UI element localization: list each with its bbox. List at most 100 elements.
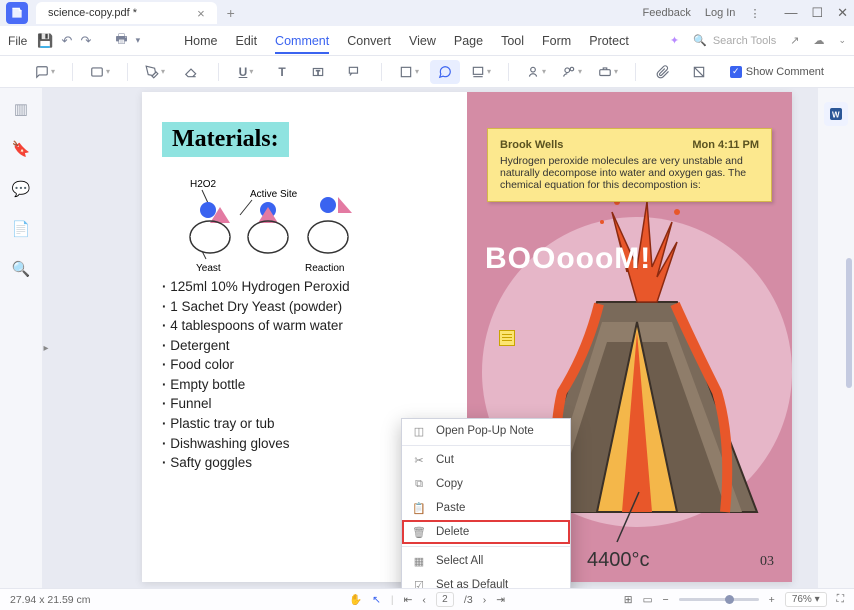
feedback-link[interactable]: Feedback [643,7,691,19]
login-link[interactable]: Log In [705,7,736,19]
temperature-label: 4400°c [587,549,650,572]
tab-title: science-copy.pdf * [48,7,137,19]
tab-comment[interactable]: Comment [275,28,329,54]
ctx-set-default[interactable]: ☑Set as Default [402,573,570,588]
chevron-down-icon[interactable]: ⌄ [838,35,846,46]
zoom-slider[interactable] [679,598,759,601]
ctx-open-popup[interactable]: ◫Open Pop-Up Note [402,419,570,443]
list-item: Food color [162,355,447,375]
search-panel-icon[interactable]: 🔍 [12,260,31,278]
maximize-icon[interactable]: ☐ [811,5,823,21]
underline-tool[interactable]: U▾ [231,60,261,84]
eraser-tool[interactable] [176,60,206,84]
popup-icon: ◫ [412,424,426,438]
ctx-cut[interactable]: ✂Cut [402,448,570,472]
first-page-icon[interactable]: ⇤ [404,594,413,606]
svg-text:W: W [832,110,840,119]
print-icon[interactable]: 🖶 [115,30,127,52]
document-tab[interactable]: science-copy.pdf * × [36,2,217,24]
text-tool[interactable]: T [267,60,297,84]
tab-edit[interactable]: Edit [236,28,258,54]
zoom-level[interactable]: 76% ▾ [785,592,827,607]
hand-tool-icon[interactable]: ✋ [349,593,362,606]
note-tool[interactable]: ▾ [30,60,60,84]
new-tab-button[interactable]: + [227,5,235,21]
minimize-icon[interactable]: — [784,5,797,21]
approve-stamp-tool[interactable]: ▾ [593,60,623,84]
fullscreen-icon[interactable]: ⛶ [837,593,844,606]
callout-tool[interactable] [339,60,369,84]
ctx-delete[interactable]: 🗑Delete [402,520,570,544]
user-stamp-tool[interactable]: ▾ [557,60,587,84]
thumbnails-icon[interactable]: ▥ [14,100,28,118]
zoom-in-icon[interactable]: + [769,594,775,606]
select-all-icon: ▦ [412,554,426,568]
shape-tool[interactable]: ▾ [394,60,424,84]
app-logo [6,2,28,24]
checkbox-checked-icon: ✓ [730,66,742,78]
fit-page-icon[interactable]: ▭ [643,594,653,606]
save-icon[interactable]: 💾 [37,33,53,49]
next-page-icon[interactable]: › [483,594,487,606]
label-h2o2: H2O2 [190,179,217,190]
sticky-note-marker[interactable] [499,330,515,346]
tab-protect[interactable]: Protect [589,28,629,54]
undo-icon[interactable]: ↶ [62,33,73,49]
sticky-time: Mon 4:11 PM [692,139,759,151]
list-item: Detergent [162,336,447,356]
fit-width-icon[interactable]: ⊞ [624,594,633,606]
prev-page-icon[interactable]: ‹ [422,594,426,606]
tab-home[interactable]: Home [184,28,217,54]
search-tools[interactable]: 🔍 Search Tools [693,34,776,47]
svg-text:T: T [316,70,320,76]
sticky-note-tool[interactable] [430,60,460,84]
share-icon[interactable]: ↗ [790,34,799,47]
stamp-tool[interactable]: ▾ [466,60,496,84]
list-item: Empty bottle [162,375,447,395]
word-export-icon[interactable]: W [824,102,848,126]
ai-icon[interactable]: ✦ [670,34,679,47]
document-canvas[interactable]: ▸ Materials: H2O2 Active Site [42,88,818,588]
tab-view[interactable]: View [409,28,436,54]
page-number: 03 [760,554,774,570]
redo-icon[interactable]: ↷ [80,33,91,49]
attachment-tool[interactable] [648,60,678,84]
copy-icon: ⧉ [412,477,426,491]
select-tool-icon[interactable]: ↖ [372,594,381,606]
close-window-icon[interactable]: ✕ [837,5,848,21]
sidebar-collapse-handle[interactable]: ▸ [42,333,50,363]
textbox-tool[interactable]: T [303,60,333,84]
hide-comments-tool[interactable] [684,60,714,84]
zoom-out-icon[interactable]: − [663,594,669,606]
ctx-select-all[interactable]: ▦Select All [402,549,570,573]
vertical-scrollbar[interactable] [846,258,852,388]
page-heading: Materials: [162,122,289,157]
cloud-icon[interactable]: ☁ [813,34,824,47]
attachments-panel-icon[interactable]: 📄 [12,220,31,238]
page-input[interactable]: 2 [436,592,454,607]
titlebar: science-copy.pdf * × + Feedback Log In ⋮… [0,0,854,26]
paste-icon: 📋 [412,501,426,515]
label-reaction: Reaction [305,263,344,274]
pencil-tool[interactable]: ▾ [140,60,170,84]
sticky-note-popup[interactable]: Brook Wells Mon 4:11 PM Hydrogen peroxid… [487,128,772,202]
signature-tool[interactable]: ▾ [521,60,551,84]
last-page-icon[interactable]: ⇥ [496,594,505,606]
file-menu[interactable]: File [8,34,27,48]
tab-form[interactable]: Form [542,28,571,54]
tab-tool[interactable]: Tool [501,28,524,54]
bookmarks-icon[interactable]: 🔖 [12,140,31,158]
ctx-copy[interactable]: ⧉Copy [402,472,570,496]
close-tab-icon[interactable]: × [197,6,205,21]
print-dropdown-icon[interactable]: ▾ [136,35,141,46]
list-item: 1 Sachet Dry Yeast (powder) [162,297,447,317]
ctx-paste[interactable]: 📋Paste [402,496,570,520]
comments-panel-icon[interactable]: 💬 [12,180,31,198]
highlight-tool[interactable]: ▾ [85,60,115,84]
tab-convert[interactable]: Convert [347,28,391,54]
page-total: /3 [464,594,473,606]
tab-page[interactable]: Page [454,28,483,54]
kebab-icon[interactable]: ⋮ [749,7,760,20]
list-item: 125ml 10% Hydrogen Peroxid [162,277,447,297]
show-comment-toggle[interactable]: ✓ Show Comment [730,66,824,78]
